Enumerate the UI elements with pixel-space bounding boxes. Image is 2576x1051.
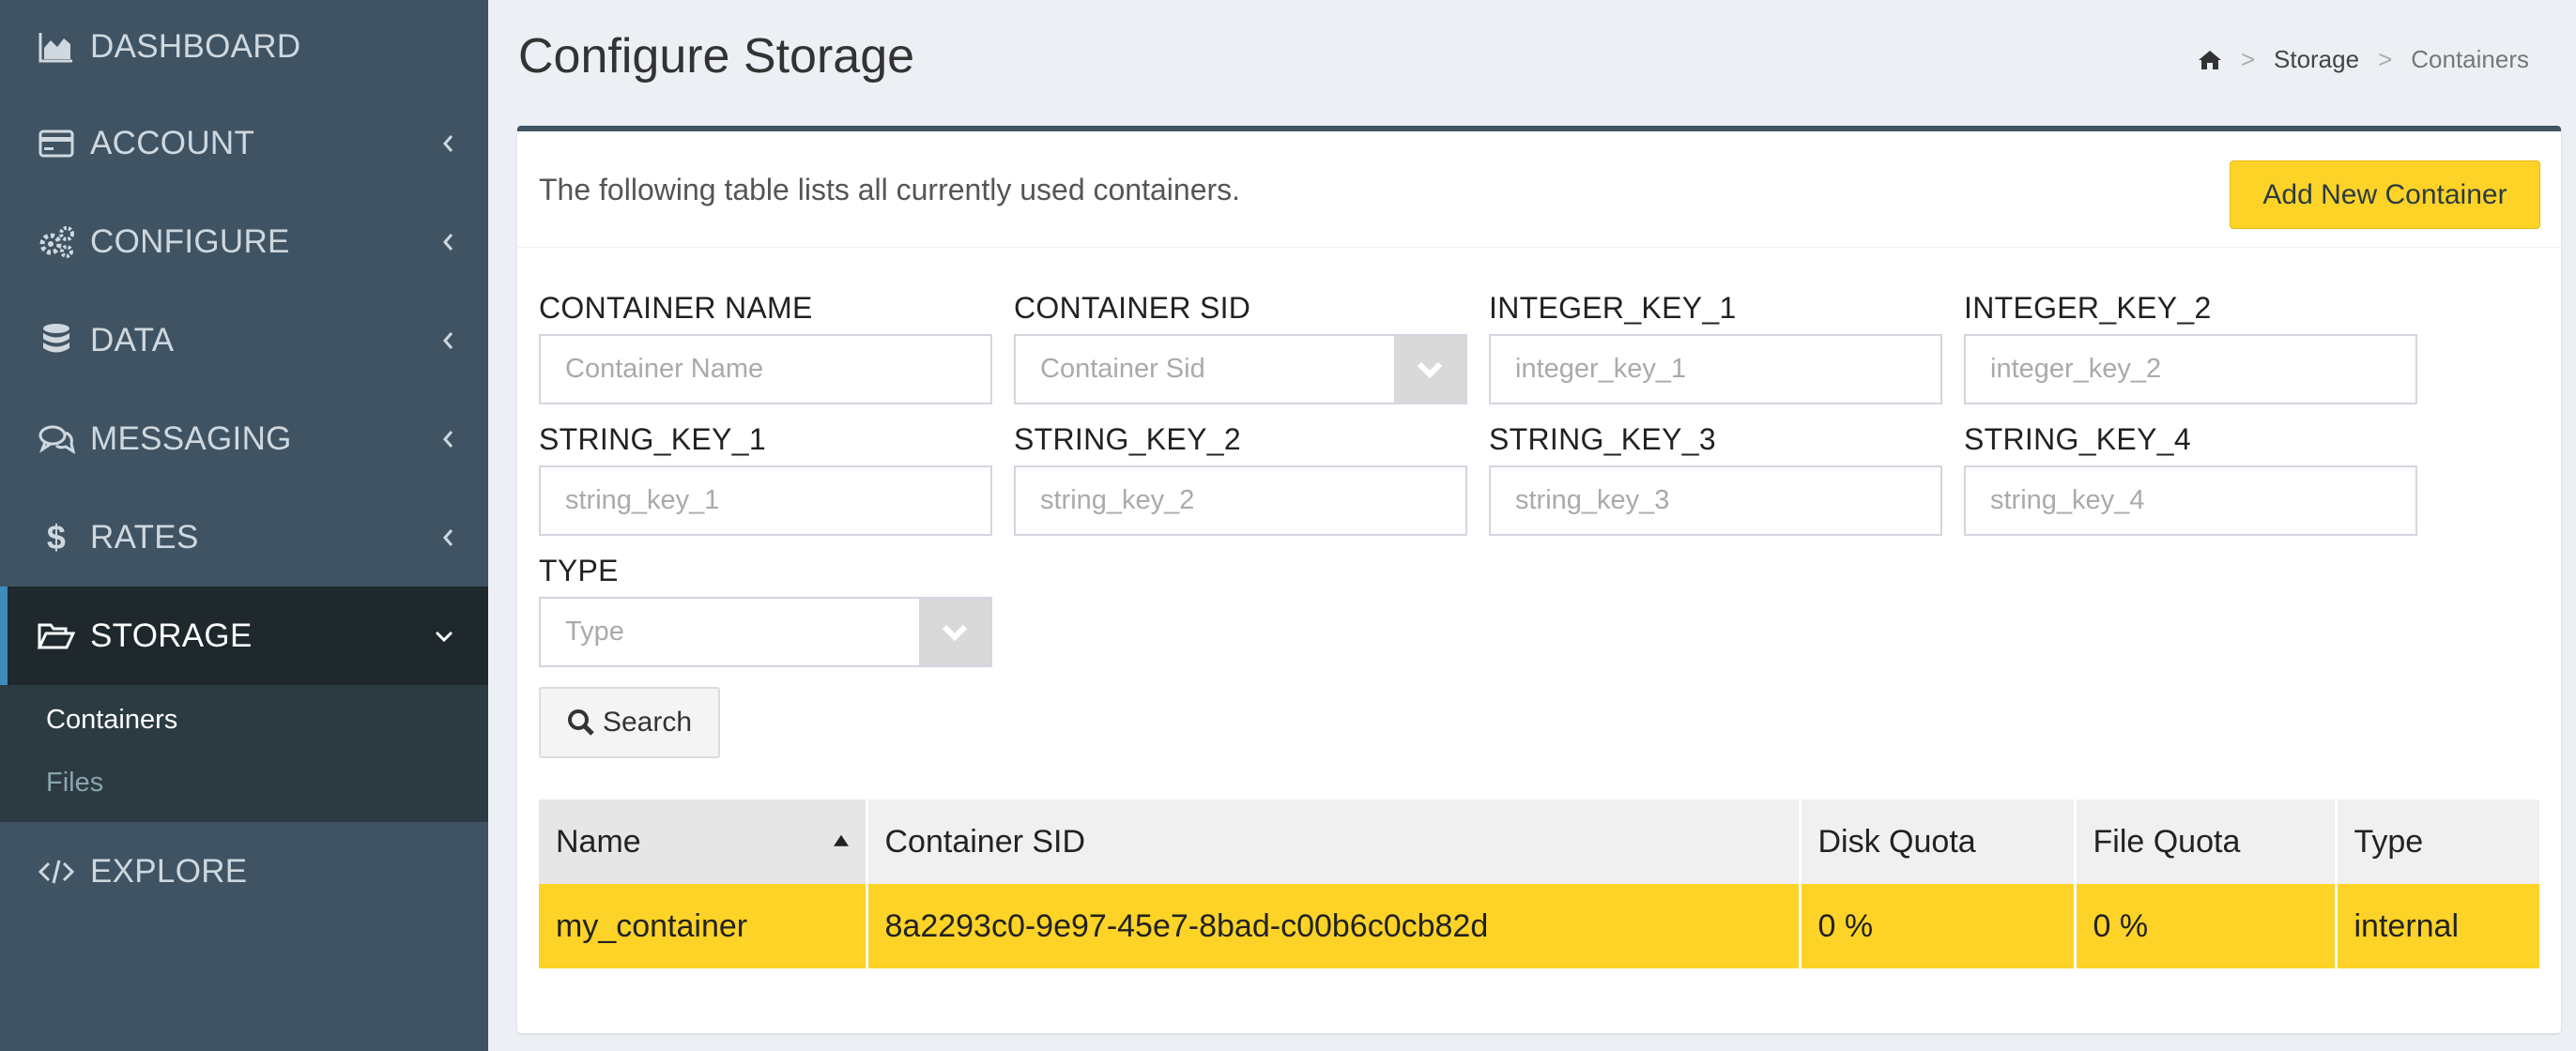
sidebar-item-label: RATES xyxy=(90,518,199,556)
sidebar-item-messaging[interactable]: MESSAGING xyxy=(0,389,488,488)
column-header-type[interactable]: Type xyxy=(2336,800,2539,884)
containers-box: The following table lists all currently … xyxy=(517,126,2561,1033)
sidebar-item-configure[interactable]: CONFIGURE xyxy=(0,192,488,291)
storage-submenu: Containers Files xyxy=(0,685,488,822)
cogs-icon xyxy=(38,223,75,261)
container-name-field[interactable] xyxy=(539,334,992,404)
sidebar-item-label: STORAGE xyxy=(90,617,253,654)
string-key-3-field[interactable] xyxy=(1489,465,1942,536)
sort-ascending-icon xyxy=(833,834,849,846)
sidebar-item-label: EXPLORE xyxy=(90,852,248,890)
sidebar-item-label: DATA xyxy=(90,321,175,358)
sidebar-item-label: DASHBOARD xyxy=(90,28,301,65)
integer-key-1-field[interactable] xyxy=(1489,334,1942,404)
folder-open-icon xyxy=(38,617,75,655)
column-header-container-sid[interactable]: Container SID xyxy=(866,800,1802,884)
chevron-down-icon[interactable] xyxy=(919,599,990,665)
credit-card-icon xyxy=(38,125,75,162)
column-header-label: Name xyxy=(556,823,641,860)
dollar-icon: $ xyxy=(46,517,67,556)
breadcrumb-separator: > xyxy=(2378,45,2393,73)
sidebar-subitem-containers[interactable]: Containers xyxy=(0,689,488,752)
breadcrumb: > Storage > Containers xyxy=(2198,45,2529,74)
string-key-4-input[interactable] xyxy=(1990,467,2415,534)
string-key-1-label: STRING_KEY_1 xyxy=(539,422,766,456)
sidebar-item-rates[interactable]: $ RATES xyxy=(0,488,488,586)
sidebar-item-explore[interactable]: EXPLORE xyxy=(0,822,488,921)
cell-name: my_container xyxy=(539,884,868,968)
breadcrumb-containers: Containers xyxy=(2411,45,2529,73)
string-key-4-label: STRING_KEY_4 xyxy=(1964,422,2191,456)
integer-key-1-input[interactable] xyxy=(1515,336,1940,403)
container-sid-label: CONTAINER SID xyxy=(1014,291,1251,325)
string-key-1-input[interactable] xyxy=(565,467,990,534)
type-select[interactable]: Type xyxy=(539,597,992,667)
sidebar-item-label: CONFIGURE xyxy=(90,222,290,260)
integer-key-2-label: INTEGER_KEY_2 xyxy=(1964,291,2212,325)
search-button-label: Search xyxy=(602,707,693,738)
sidebar-item-storage[interactable]: STORAGE xyxy=(0,586,488,685)
string-key-2-input[interactable] xyxy=(1040,467,1465,534)
search-icon xyxy=(567,709,594,736)
home-icon[interactable] xyxy=(2198,49,2222,71)
container-name-input[interactable] xyxy=(565,336,990,403)
sidebar-item-dashboard[interactable]: DASHBOARD xyxy=(0,0,488,94)
add-new-container-button[interactable]: Add New Container xyxy=(2230,160,2540,229)
string-key-2-field[interactable] xyxy=(1014,465,1467,536)
breadcrumb-separator: > xyxy=(2240,45,2255,73)
string-key-3-input[interactable] xyxy=(1515,467,1940,534)
string-key-4-field[interactable] xyxy=(1964,465,2417,536)
chevron-left-icon xyxy=(441,330,454,351)
sidebar-item-label: ACCOUNT xyxy=(90,124,255,161)
integer-key-2-input[interactable] xyxy=(1990,336,2415,403)
column-header-disk-quota[interactable]: Disk Quota xyxy=(1800,800,2077,884)
sidebar-item-data[interactable]: DATA xyxy=(0,291,488,389)
chevron-down-icon[interactable] xyxy=(1394,336,1465,403)
search-button[interactable]: Search xyxy=(539,687,720,758)
box-description: The following table lists all currently … xyxy=(539,173,1241,206)
cell-container-sid: 8a2293c0-9e97-45e7-8bad-c00b6c0cb82d xyxy=(866,884,1802,968)
cell-disk-quota: 0 % xyxy=(1800,884,2077,968)
type-label: TYPE xyxy=(539,554,619,587)
cell-file-quota: 0 % xyxy=(2075,884,2338,968)
container-sid-select[interactable]: Container Sid xyxy=(1014,334,1467,404)
container-sid-placeholder: Container Sid xyxy=(1040,354,1205,384)
integer-key-2-field[interactable] xyxy=(1964,334,2417,404)
comments-icon xyxy=(38,420,75,458)
database-icon xyxy=(38,322,75,359)
column-header-name[interactable]: Name xyxy=(539,800,868,884)
code-icon xyxy=(38,853,75,891)
table-header-row: Name Container SID Disk Quota File Quota… xyxy=(539,800,2539,884)
sidebar-subitem-files[interactable]: Files xyxy=(0,752,488,815)
table-row[interactable]: my_container 8a2293c0-9e97-45e7-8bad-c00… xyxy=(539,884,2539,968)
chevron-left-icon xyxy=(441,133,454,154)
chevron-left-icon xyxy=(441,527,454,548)
sidebar: DASHBOARD ACCOUNT CONFIGURE DATA MESSAGI… xyxy=(0,0,488,1051)
sidebar-item-account[interactable]: ACCOUNT xyxy=(0,94,488,192)
integer-key-1-label: INTEGER_KEY_1 xyxy=(1489,291,1737,325)
chevron-down-icon xyxy=(434,630,454,643)
string-key-1-field[interactable] xyxy=(539,465,992,536)
sidebar-item-label: MESSAGING xyxy=(90,419,292,457)
type-placeholder: Type xyxy=(565,617,624,647)
string-key-3-label: STRING_KEY_3 xyxy=(1489,422,1716,456)
breadcrumb-storage[interactable]: Storage xyxy=(2274,45,2359,74)
string-key-2-label: STRING_KEY_2 xyxy=(1014,422,1241,456)
chevron-left-icon xyxy=(441,429,454,449)
column-header-file-quota[interactable]: File Quota xyxy=(2075,800,2338,884)
cell-type: internal xyxy=(2336,884,2539,968)
container-name-label: CONTAINER NAME xyxy=(539,291,813,325)
area-chart-icon xyxy=(38,28,75,66)
page-title: Configure Storage xyxy=(518,29,915,84)
containers-table: Name Container SID Disk Quota File Quota… xyxy=(539,800,2539,968)
chevron-left-icon xyxy=(441,232,454,252)
box-header: The following table lists all currently … xyxy=(517,131,2561,248)
